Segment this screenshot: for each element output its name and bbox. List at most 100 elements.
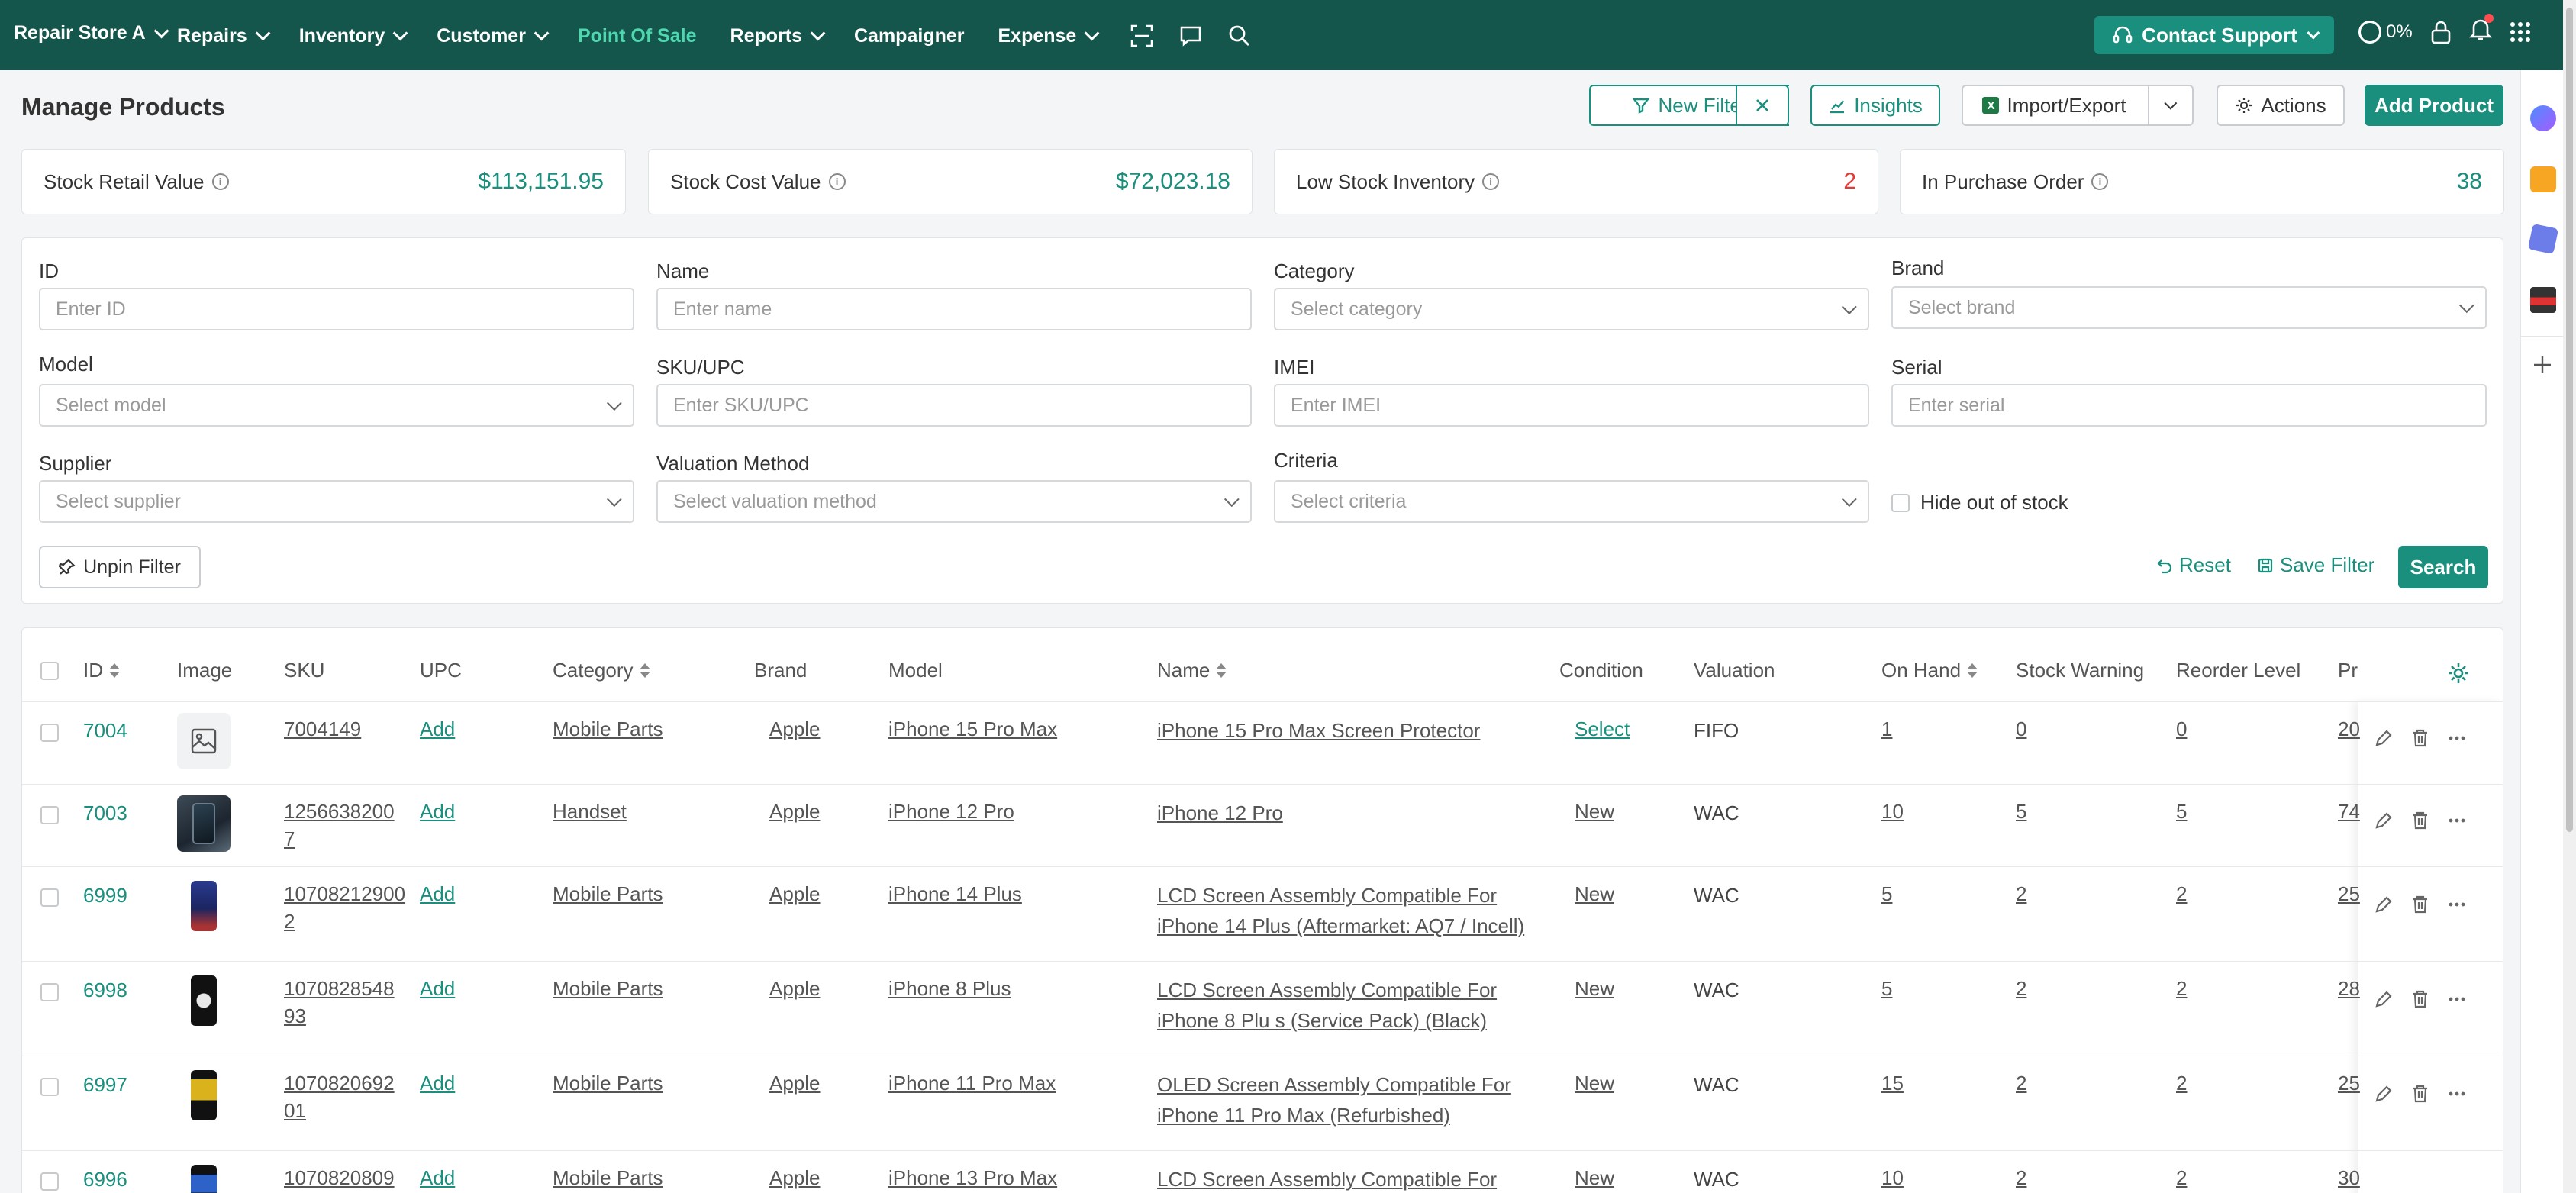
row-checkbox[interactable]	[40, 1078, 59, 1096]
store-selector[interactable]: Repair Store A	[14, 22, 169, 44]
row-brand[interactable]: Apple	[769, 879, 821, 908]
nav-item-repairs[interactable]: Repairs	[177, 22, 271, 50]
wallet-app-icon[interactable]	[2530, 287, 2556, 313]
row-upc-add-link[interactable]: Add	[420, 1069, 455, 1098]
row-reorder-level[interactable]: 2	[2176, 1069, 2187, 1098]
row-price[interactable]: 25	[2338, 879, 2360, 908]
trash-icon[interactable]	[2410, 988, 2431, 1010]
row-category[interactable]: Mobile Parts	[553, 1069, 663, 1098]
assistant-app-icon[interactable]	[2530, 105, 2556, 131]
table-row[interactable]: 6998 1070828548 93 Add Mobile Parts Appl…	[22, 961, 2503, 1056]
lock-icon[interactable]	[2429, 20, 2452, 44]
actions-button[interactable]: Actions	[2217, 85, 2345, 126]
col-header-id[interactable]: ID	[83, 659, 120, 682]
row-upc-add-link[interactable]: Add	[420, 974, 455, 1003]
edit-icon[interactable]	[2373, 894, 2394, 915]
product-thumbnail[interactable]	[177, 713, 231, 769]
col-header-name[interactable]: Name	[1157, 659, 1227, 682]
trash-icon[interactable]	[2410, 810, 2431, 831]
scan-icon[interactable]	[1128, 22, 1156, 50]
more-icon[interactable]	[2446, 894, 2468, 915]
row-id[interactable]: 6998	[83, 975, 127, 1004]
row-category[interactable]: Mobile Parts	[553, 714, 663, 743]
row-checkbox[interactable]	[40, 983, 59, 1001]
name-input[interactable]: Enter name	[656, 288, 1252, 330]
row-reorder-level[interactable]: 0	[2176, 714, 2187, 743]
row-reorder-level[interactable]: 5	[2176, 797, 2187, 826]
nav-item-inventory[interactable]: Inventory	[299, 22, 408, 50]
plus-icon[interactable]	[2532, 354, 2553, 376]
row-on-hand[interactable]: 10	[1881, 1163, 1904, 1192]
row-upc-add-link[interactable]: Add	[420, 714, 455, 743]
col-header-category[interactable]: Category	[553, 659, 650, 682]
info-icon[interactable]: i	[828, 173, 846, 190]
more-icon[interactable]	[2446, 727, 2468, 749]
nav-item-campaigner[interactable]: Campaigner	[854, 22, 964, 50]
row-model[interactable]: iPhone 8 Plus	[888, 974, 1011, 1003]
nav-item-customer[interactable]: Customer	[437, 22, 550, 50]
row-stock-warning[interactable]: 0	[2016, 714, 2026, 743]
edit-icon[interactable]	[2373, 1083, 2394, 1104]
product-thumbnail[interactable]	[177, 878, 231, 934]
row-upc-add-link[interactable]: Add	[420, 879, 455, 908]
add-product-button[interactable]: Add Product	[2365, 85, 2503, 126]
row-name-line2[interactable]: iPhone 14 Plus (Aftermarket: AQ7 / Incel…	[1157, 911, 1524, 940]
trash-icon[interactable]	[2410, 727, 2431, 749]
row-condition[interactable]: New	[1575, 879, 1614, 908]
page-scrollbar[interactable]	[2563, 0, 2576, 1193]
row-condition[interactable]: New	[1575, 797, 1614, 826]
row-sku[interactable]: 1070820692	[284, 1069, 395, 1098]
row-model[interactable]: iPhone 14 Plus	[888, 879, 1022, 908]
table-row[interactable]: 7003 1256638200 7 Add Handset Apple iPho…	[22, 784, 2503, 866]
row-id[interactable]: 6999	[83, 881, 127, 910]
row-id[interactable]: 6997	[83, 1070, 127, 1099]
reset-button[interactable]: Reset	[2156, 553, 2231, 577]
row-price[interactable]: 25	[2338, 1069, 2360, 1098]
brand-select[interactable]: Select brand	[1891, 286, 2487, 329]
model-select[interactable]: Select model	[39, 384, 634, 427]
row-price[interactable]: 20	[2338, 714, 2360, 743]
row-name[interactable]: iPhone 12 Pro	[1157, 798, 1283, 827]
row-name[interactable]: iPhone 15 Pro Max Screen Protector	[1157, 716, 1480, 745]
row-name[interactable]: LCD Screen Assembly Compatible For	[1157, 881, 1497, 910]
row-checkbox[interactable]	[40, 888, 59, 907]
nav-item-reports[interactable]: Reports	[730, 22, 826, 50]
row-on-hand[interactable]: 5	[1881, 974, 1892, 1003]
edit-icon[interactable]	[2373, 810, 2394, 831]
chat-icon[interactable]	[1177, 22, 1204, 50]
import-export-button[interactable]: X Import/Export	[1962, 85, 2194, 126]
row-sku[interactable]: 10708212900	[284, 879, 405, 908]
row-sku[interactable]: 1070828548	[284, 974, 395, 1003]
row-name[interactable]: LCD Screen Assembly Compatible For	[1157, 975, 1497, 1004]
row-reorder-level[interactable]: 2	[2176, 1163, 2187, 1192]
search-button[interactable]: Search	[2398, 546, 2488, 588]
scrollbar-thumb[interactable]	[2566, 8, 2573, 832]
unpin-filter-button[interactable]: Unpin Filter	[39, 546, 201, 588]
row-id[interactable]: 6996	[83, 1165, 127, 1193]
row-brand[interactable]: Apple	[769, 797, 821, 826]
row-category[interactable]: Mobile Parts	[553, 879, 663, 908]
imei-input[interactable]: Enter IMEI	[1274, 384, 1869, 427]
row-id[interactable]: 7004	[83, 716, 127, 745]
row-category[interactable]: Handset	[553, 797, 627, 826]
row-sku[interactable]: 1070820809	[284, 1163, 395, 1192]
clear-filter-button[interactable]	[1736, 85, 1789, 126]
row-name-line2[interactable]: iPhone 11 Pro Max (Refurbished)	[1157, 1101, 1450, 1130]
row-stock-warning[interactable]: 2	[2016, 1163, 2026, 1192]
row-model[interactable]: iPhone 11 Pro Max	[888, 1069, 1056, 1098]
valuation-select[interactable]: Select valuation method	[656, 480, 1252, 523]
row-on-hand[interactable]: 1	[1881, 714, 1892, 743]
progress-indicator[interactable]: 0%	[2358, 20, 2413, 44]
product-thumbnail[interactable]	[177, 1162, 231, 1193]
row-on-hand[interactable]: 15	[1881, 1069, 1904, 1098]
row-condition[interactable]: New	[1575, 1069, 1614, 1098]
notifications-button[interactable]	[2468, 14, 2494, 47]
hide-out-of-stock-checkbox[interactable]	[1891, 493, 1910, 512]
row-stock-warning[interactable]: 5	[2016, 797, 2026, 826]
product-thumbnail[interactable]	[177, 795, 231, 852]
contact-support-button[interactable]: Contact Support	[2094, 16, 2334, 54]
more-icon[interactable]	[2446, 810, 2468, 831]
nav-item-point-of-sale[interactable]: Point Of Sale	[578, 22, 697, 50]
search-icon[interactable]	[1226, 22, 1253, 50]
serial-input[interactable]: Enter serial	[1891, 384, 2487, 427]
